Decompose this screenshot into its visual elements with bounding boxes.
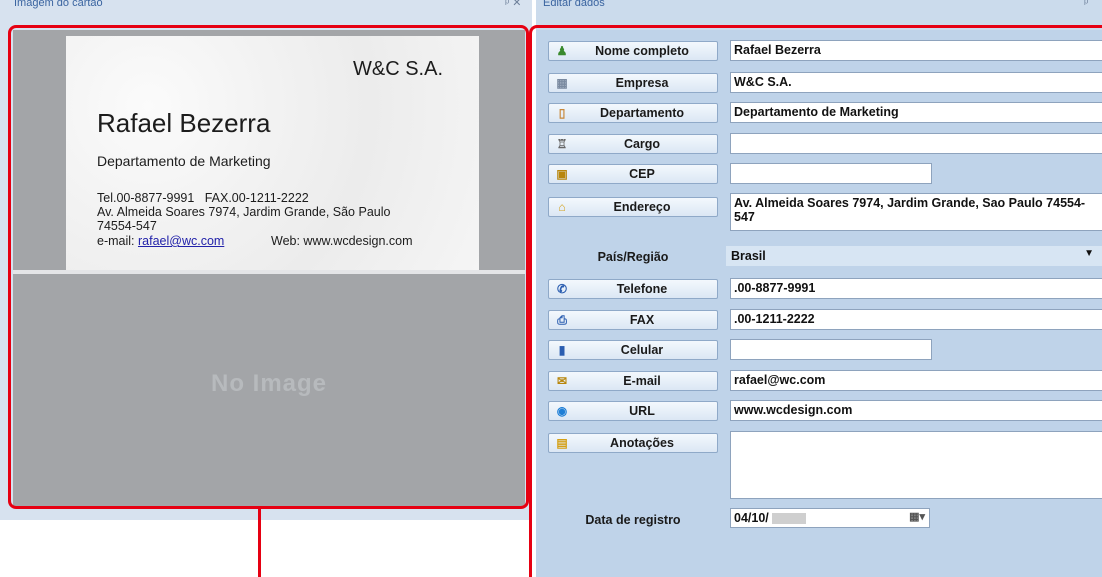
address-field[interactable]: Av. Almeida Soares 7974, Jardim Grande, … <box>730 193 1102 231</box>
postal-icon: ▣ <box>556 167 568 181</box>
company-button[interactable]: ▦ Empresa <box>548 73 718 93</box>
card-image-divider <box>13 270 525 274</box>
phone-label: Telefone <box>616 282 668 296</box>
email-button[interactable]: ✉ E-mail <box>548 371 718 391</box>
full-name-button[interactable]: ♟ Nome completo <box>548 41 718 61</box>
email-field[interactable]: rafael@wc.com <box>730 370 1102 391</box>
card-web-text: Web: www.wcdesign.com <box>271 234 413 248</box>
business-card-photo: W&C S.A. Rafael Bezerra Departamento de … <box>66 36 479 270</box>
card-image-pane-title: Imagem do cartão <box>14 0 103 9</box>
title-button[interactable]: ♖ Cargo <box>548 134 718 154</box>
redacted-year <box>772 513 806 524</box>
door-icon: ▯ <box>558 106 566 120</box>
card-department-text: Departamento de Marketing <box>97 153 271 169</box>
title-label: Cargo <box>623 137 661 151</box>
card-email-link: rafael@wc.com <box>137 234 225 248</box>
house-icon: ⌂ <box>558 200 566 214</box>
note-icon: ▤ <box>556 436 568 450</box>
url-label: URL <box>629 404 655 418</box>
registration-date-label: Data de registro <box>585 513 681 527</box>
mobile-icon: ▮ <box>558 343 566 357</box>
country-label: País/Região <box>597 250 669 264</box>
card-email-prefix: e-mail: <box>97 234 138 248</box>
card-address-text: Av. Almeida Soares 7974, Jardim Grande, … <box>97 205 391 219</box>
phone-icon: ✆ <box>556 282 568 296</box>
notes-button[interactable]: ▤ Anotações <box>548 433 718 453</box>
card-zip-text: 74554-547 <box>97 219 157 233</box>
url-field[interactable]: www.wcdesign.com <box>730 400 1102 421</box>
registration-date-field[interactable]: 04/10/ ▦▾ <box>730 508 930 528</box>
department-field[interactable]: Departamento de Marketing <box>730 102 1102 123</box>
phone-button[interactable]: ✆ Telefone <box>548 279 718 299</box>
country-select-value: Brasil <box>731 249 766 263</box>
edit-data-form: ♟ Nome completo Rafael Bezerra ▦ Empresa… <box>536 30 1102 577</box>
pane-pin-icon[interactable]: ᵖ <box>1084 0 1088 10</box>
building-icon: ▦ <box>556 76 568 90</box>
card-image-pane: Imagem do cartão ᵖ ✕ W&C S.A. Rafael Bez… <box>0 0 532 520</box>
department-button[interactable]: ▯ Departamento <box>548 103 718 123</box>
department-label: Departamento <box>599 106 685 120</box>
callout-pointer-line <box>258 509 261 577</box>
envelope-icon: ✉ <box>556 374 568 388</box>
card-tel-fax-text: Tel.00-8877-9991 FAX.00-1211-2222 <box>97 191 309 205</box>
no-image-placeholder: No Image <box>210 370 328 397</box>
zip-label: CEP <box>629 167 655 181</box>
card-name-text: Rafael Bezerra <box>97 108 271 138</box>
fax-button[interactable]: ⎙ FAX <box>548 310 718 330</box>
pane-pin-close-icons[interactable]: ᵖ ✕ <box>505 0 521 10</box>
zip-button[interactable]: ▣ CEP <box>548 164 718 184</box>
card-image-viewer[interactable]: W&C S.A. Rafael Bezerra Departamento de … <box>13 30 525 507</box>
title-field[interactable] <box>730 133 1102 154</box>
calendar-icon[interactable]: ▦▾ <box>909 510 925 523</box>
person-icon: ♟ <box>556 44 568 58</box>
country-select[interactable]: Brasil ▼ <box>726 246 1102 266</box>
phone-field[interactable]: .00-8877-9991 <box>730 278 1102 299</box>
card-email-row: e-mail: rafael@wc.com <box>97 234 224 248</box>
mobile-label: Celular <box>620 343 664 357</box>
chair-icon: ♖ <box>556 137 568 151</box>
chevron-down-icon: ▼ <box>1084 248 1094 259</box>
company-label: Empresa <box>615 76 669 90</box>
card-company-text: W&C S.A. <box>353 58 444 80</box>
zip-field[interactable] <box>730 163 932 184</box>
notes-label: Anotações <box>610 436 674 450</box>
email-label: E-mail <box>623 374 661 388</box>
edit-data-pane-title: Editar dados <box>543 0 605 9</box>
fax-field[interactable]: .00-1211-2222 <box>730 309 1102 330</box>
address-button[interactable]: ⌂ Endereço <box>548 197 718 217</box>
edit-data-pane: Editar dados ᵖ ♟ Nome completo Rafael Be… <box>536 0 1102 577</box>
company-field[interactable]: W&C S.A. <box>730 72 1102 93</box>
url-button[interactable]: ◉ URL <box>548 401 718 421</box>
mobile-button[interactable]: ▮ Celular <box>548 340 718 360</box>
address-label: Endereço <box>613 200 671 214</box>
fax-label: FAX <box>629 313 655 327</box>
fax-icon: ⎙ <box>557 313 567 327</box>
notes-field[interactable] <box>730 431 1102 499</box>
mobile-field[interactable] <box>730 339 932 360</box>
registration-date-value: 04/10/ <box>734 511 769 525</box>
full-name-field[interactable]: Rafael Bezerra <box>730 40 1102 61</box>
globe-icon: ◉ <box>556 404 568 418</box>
full-name-label: Nome completo <box>595 44 689 58</box>
